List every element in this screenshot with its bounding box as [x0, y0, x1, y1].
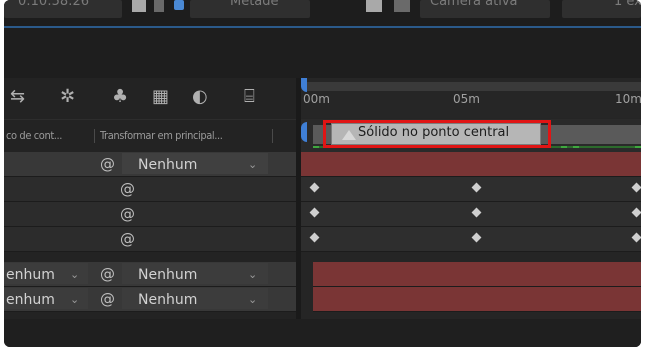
- transform-column-header[interactable]: Transformar em principal...: [100, 129, 223, 142]
- keyframe-icon[interactable]: [471, 207, 482, 218]
- ruler-tick-label: 00m: [303, 92, 330, 106]
- keyframe-icon[interactable]: [631, 182, 641, 193]
- annotation-highlight-box: [323, 120, 551, 148]
- mode-dropdown[interactable]: enhum ⌄: [4, 288, 88, 309]
- transparency-grid-icon[interactable]: [394, 0, 410, 12]
- status-bar: [4, 319, 641, 347]
- mode-dropdown-value: enhum: [6, 267, 55, 283]
- keyframe-icon[interactable]: [631, 207, 641, 218]
- keyframe-row: [301, 227, 641, 252]
- keyframe-icon[interactable]: [471, 182, 482, 193]
- mode-dropdown-value: enhum: [6, 292, 55, 308]
- cache-indicator: [635, 146, 641, 148]
- layer-duration-bar[interactable]: [313, 287, 641, 312]
- timecode-display[interactable]: 0:10:58:26: [4, 0, 122, 18]
- graph-editor-icon[interactable]: ⌸: [244, 83, 255, 111]
- property-row[interactable]: @: [4, 227, 296, 252]
- parent-pickwhip-icon[interactable]: @: [100, 154, 115, 174]
- views-text: 1 ex: [614, 0, 641, 9]
- column-separator: [94, 129, 95, 143]
- cache-indicator: [573, 146, 579, 148]
- layer-duration-bar[interactable]: [313, 262, 641, 287]
- chevron-down-icon: ⌄: [70, 268, 80, 281]
- cache-indicator: [313, 146, 319, 148]
- property-row[interactable]: @: [4, 202, 296, 227]
- cube-icon[interactable]: ✲: [60, 83, 75, 111]
- layer-row[interactable]: enhum ⌄ @ Nenhum ⌄: [4, 262, 296, 287]
- layer-duration-bar[interactable]: [301, 152, 641, 177]
- resolution-text: Metade: [230, 0, 279, 9]
- property-pickwhip-icon[interactable]: @: [120, 229, 135, 249]
- property-pickwhip-icon[interactable]: @: [120, 204, 135, 224]
- timeline-panel: 00m 05m 10m Sólido no ponto central: [301, 78, 641, 347]
- time-ruler[interactable]: 00m 05m 10m: [301, 78, 641, 118]
- camera-dropdown[interactable]: Câmera ativa: [420, 0, 550, 18]
- keyframe-icon[interactable]: [309, 232, 320, 243]
- resolution-dropdown[interactable]: Metade: [190, 0, 310, 18]
- parent-dropdown[interactable]: Nenhum ⌄: [122, 153, 268, 174]
- keyframe-row: [301, 177, 641, 202]
- film-icon[interactable]: ▦: [152, 83, 169, 111]
- ruler-tick-label: 10m: [615, 92, 641, 106]
- channel-icon[interactable]: [174, 0, 184, 10]
- parent-dropdown-value: Nenhum: [138, 157, 198, 173]
- parent-dropdown[interactable]: Nenhum ⌄: [122, 288, 268, 309]
- column-separator: [272, 129, 273, 143]
- parent-pickwhip-icon[interactable]: @: [100, 289, 115, 309]
- region-icon[interactable]: [366, 0, 382, 12]
- property-row[interactable]: @: [4, 177, 296, 202]
- property-pickwhip-icon[interactable]: @: [120, 179, 135, 199]
- chevron-down-icon: ⌄: [248, 293, 258, 306]
- parent-link-column-header[interactable]: co de cont...: [6, 129, 62, 142]
- chevron-down-icon: ⌄: [248, 158, 258, 171]
- color-icon[interactable]: [154, 0, 164, 12]
- timeline-tab-area: [4, 28, 641, 78]
- keyframe-icon[interactable]: [471, 232, 482, 243]
- keyframe-icon[interactable]: [309, 182, 320, 193]
- cache-indicator: [561, 146, 567, 148]
- timeline-switches-toolbar: ⇆ ✲ ♣ ▦ ◐ ⌸: [4, 78, 296, 118]
- timecode-text: 0:10:58:26: [18, 0, 90, 9]
- parent-pickwhip-icon[interactable]: @: [100, 264, 115, 284]
- column-header: co de cont... Transformar em principal..…: [4, 119, 296, 152]
- work-area-bar[interactable]: [307, 82, 641, 91]
- parent-dropdown[interactable]: Nenhum ⌄: [122, 263, 268, 284]
- camera-text: Câmera ativa: [430, 0, 518, 9]
- playhead-marker[interactable]: [301, 122, 307, 142]
- chevron-down-icon: ⌄: [70, 293, 80, 306]
- playhead-handle[interactable]: [301, 78, 307, 92]
- motion-blur-icon[interactable]: ♣: [112, 83, 128, 111]
- mode-dropdown[interactable]: enhum ⌄: [4, 263, 88, 284]
- keyframe-icon[interactable]: [309, 207, 320, 218]
- views-dropdown[interactable]: 1 ex: [562, 0, 641, 18]
- composition-toolbar: 0:10:58:26 Metade Câmera ativa 1 ex: [4, 0, 641, 28]
- snapshot-icon[interactable]: [132, 0, 146, 12]
- layer-row[interactable]: @ Nenhum ⌄: [4, 152, 296, 177]
- parent-dropdown-value: Nenhum: [138, 292, 198, 308]
- layer-row[interactable]: enhum ⌄ @ Nenhum ⌄: [4, 287, 296, 312]
- shy-icon[interactable]: ⇆: [10, 83, 25, 111]
- keyframe-icon[interactable]: [631, 232, 641, 243]
- keyframe-row: [301, 202, 641, 227]
- sphere-icon[interactable]: ◐: [192, 83, 208, 111]
- ruler-tick-label: 05m: [453, 92, 480, 106]
- app-window: 0:10:58:26 Metade Câmera ativa 1 ex ⇆ ✲ …: [4, 0, 641, 347]
- parent-dropdown-value: Nenhum: [138, 267, 198, 283]
- chevron-down-icon: ⌄: [248, 268, 258, 281]
